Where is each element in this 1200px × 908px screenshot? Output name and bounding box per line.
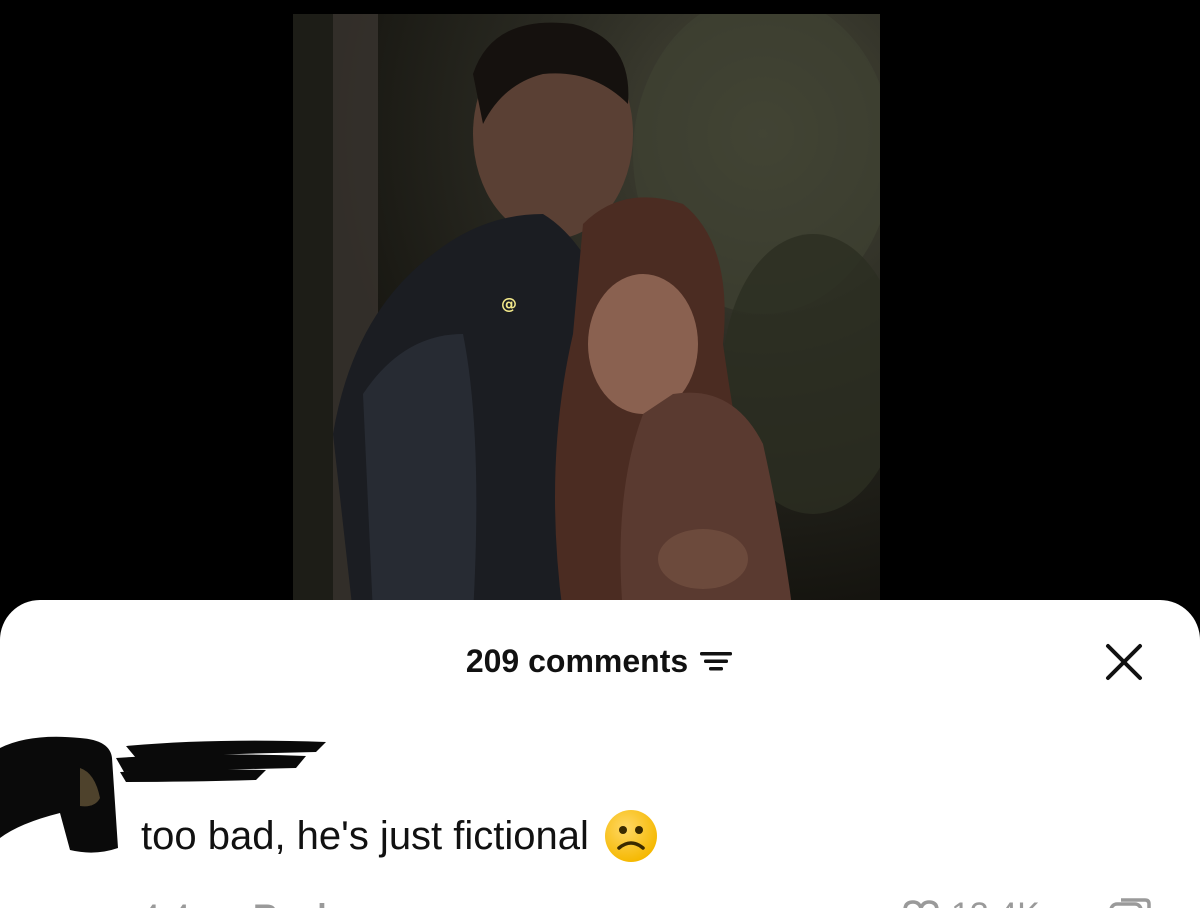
heart-icon: [903, 899, 939, 908]
screen: @ 209 comments too bad, he's just fictio…: [0, 0, 1200, 908]
comment-item: too bad, he's just fictional 4-4 Reply: [0, 720, 1200, 908]
reply-button[interactable]: Reply: [253, 898, 346, 908]
close-icon[interactable]: [1104, 642, 1144, 682]
comment-count-label: 209 comments: [465, 642, 689, 679]
username-redacted: [116, 740, 326, 782]
comments-sheet: 209 comments too bad, he's just fictiona…: [0, 600, 1200, 908]
video-still: [293, 14, 880, 614]
avatar[interactable]: [0, 728, 120, 858]
comment-body: too bad, he's just fictional: [141, 810, 657, 862]
frowning-face-icon: [604, 810, 657, 862]
comment-time: 4-4: [141, 898, 190, 908]
comments-header: 209 comments: [0, 636, 1200, 686]
like-count: 13.4K: [951, 896, 1040, 908]
comment-actions: 4-4 Reply 13.4K: [141, 888, 1161, 908]
comment-text: too bad, he's just fictional: [141, 813, 589, 858]
comment-count-title: 209 comments: [466, 643, 734, 680]
at-sign-icon[interactable]: @: [498, 293, 520, 315]
video-player[interactable]: @: [293, 14, 880, 614]
sort-lines-icon[interactable]: [698, 648, 734, 674]
share-icon[interactable]: [1107, 896, 1153, 908]
like-button[interactable]: 13.4K: [901, 896, 1040, 908]
